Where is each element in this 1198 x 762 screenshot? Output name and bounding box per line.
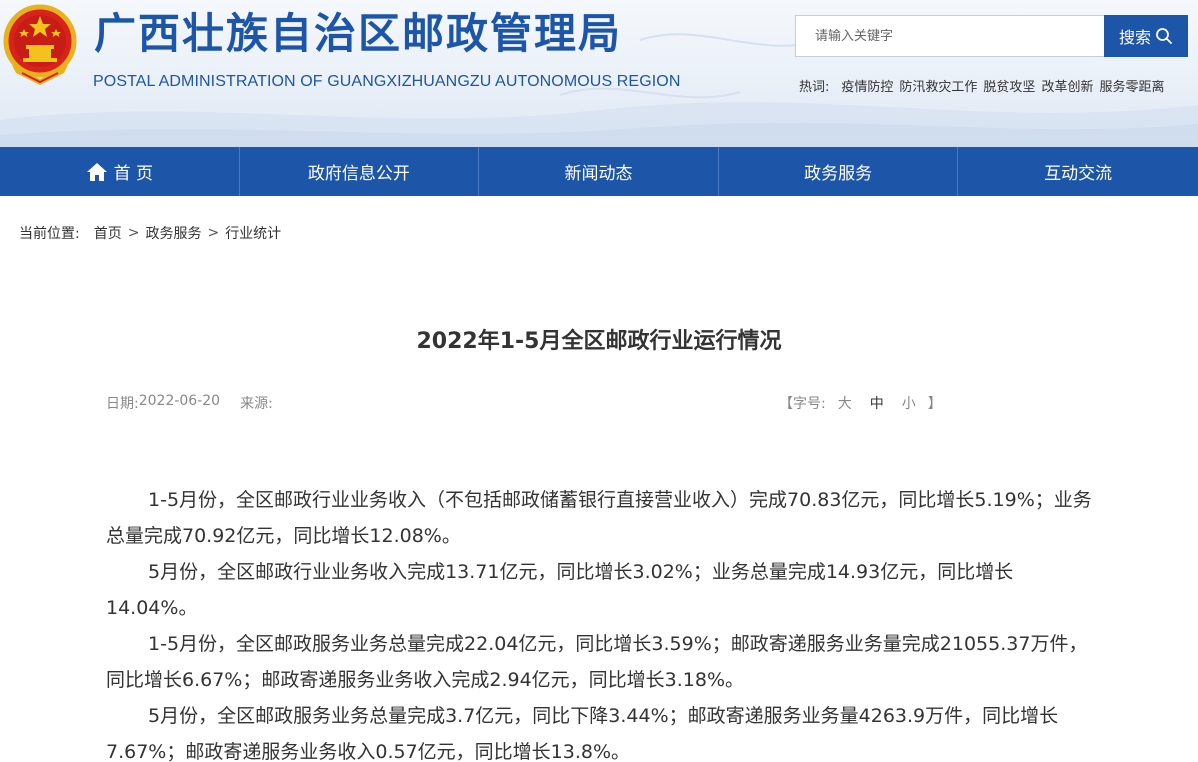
- breadcrumb: 当前位置: 首页 > 政务服务 > 行业统计: [19, 223, 281, 243]
- hotword-link[interactable]: 疫情防控: [841, 76, 893, 95]
- search-button-label: 搜索: [1118, 28, 1151, 47]
- font-size-close: 】: [927, 396, 942, 412]
- breadcrumb-item-services[interactable]: 政务服务: [145, 223, 201, 243]
- nav-item-interaction[interactable]: 互动交流: [958, 147, 1198, 196]
- article-paragraph: 5月份，全区邮政服务业务总量完成3.7亿元，同比下降3.44%；邮政寄递服务业务…: [106, 705, 1059, 762]
- nav-item-services[interactable]: 政务服务: [719, 147, 959, 196]
- nav-item-gov-info[interactable]: 政府信息公开: [240, 147, 480, 196]
- article-paragraph: 1-5月份，全区邮政服务业务总量完成22.04亿元，同比增长3.59%；邮政寄递…: [106, 633, 1088, 691]
- nav-item-label: 政府信息公开: [307, 164, 410, 184]
- nav-item-home[interactable]: 首 页: [0, 147, 240, 196]
- nav-item-label: 新闻动态: [564, 164, 633, 184]
- national-emblem-icon: [3, 4, 77, 85]
- search-input[interactable]: [796, 16, 1104, 56]
- site-title: 广西壮族自治区邮政管理局: [94, 9, 623, 58]
- breadcrumb-item-home[interactable]: 首页: [94, 223, 122, 243]
- font-size-control: 【字号: 大 中 小 】: [779, 393, 942, 413]
- hotword-link[interactable]: 防汛救灾工作: [899, 76, 977, 95]
- search-icon: [1156, 28, 1172, 44]
- breadcrumb-separator: >: [207, 225, 220, 241]
- font-size-label: 【字号:: [779, 396, 826, 412]
- hotword-link[interactable]: 改革创新: [1041, 76, 1093, 95]
- source-label: 来源:: [240, 396, 273, 412]
- site-subtitle: POSTAL ADMINISTRATION OF GUANGXIZHUANGZU…: [93, 73, 681, 90]
- search-box: [795, 15, 1104, 57]
- article-body: 1-5月份，全区邮政行业业务收入（不包括邮政储蓄银行直接营业收入）完成70.83…: [106, 482, 1096, 762]
- hotword-link[interactable]: 服务零距离: [1099, 76, 1164, 95]
- article-date: 2022-06-20: [138, 393, 221, 409]
- nav-item-label: 首 页: [113, 164, 153, 184]
- nav-item-news[interactable]: 新闻动态: [479, 147, 719, 196]
- hotwords-label: 热词:: [799, 80, 830, 95]
- date-label: 日期:: [106, 396, 139, 412]
- article-meta: 日期: 2022-06-20 来源:: [106, 393, 273, 413]
- article-title: 2022年1-5月全区邮政行业运行情况: [416, 329, 782, 354]
- breadcrumb-label: 当前位置:: [19, 226, 80, 242]
- breadcrumb-separator: >: [127, 225, 140, 241]
- article-paragraph: 5月份，全区邮政行业业务收入完成13.71亿元，同比增长3.02%；业务总量完成…: [106, 561, 1014, 619]
- home-icon: [86, 162, 107, 181]
- font-size-small[interactable]: 小: [902, 393, 916, 413]
- search-button[interactable]: 搜索: [1104, 15, 1188, 57]
- font-size-large[interactable]: 大: [838, 393, 852, 413]
- breadcrumb-item-statistics[interactable]: 行业统计: [225, 223, 281, 243]
- article-paragraph: 1-5月份，全区邮政行业业务收入（不包括邮政储蓄银行直接营业收入）完成70.83…: [106, 489, 1092, 547]
- nav-item-label: 互动交流: [1044, 164, 1113, 184]
- nav-item-label: 政务服务: [804, 164, 873, 184]
- main-nav: 首 页 政府信息公开 新闻动态 政务服务 互动交流: [0, 147, 1198, 196]
- font-size-medium[interactable]: 中: [870, 393, 884, 413]
- hotword-link[interactable]: 脱贫攻坚: [983, 76, 1035, 95]
- hotwords: 热词: 疫情防控 防汛救灾工作 脱贫攻坚 改革创新 服务零距离: [799, 76, 1164, 95]
- site-header: 广西壮族自治区邮政管理局 POSTAL ADMINISTRATION OF GU…: [0, 0, 1198, 147]
